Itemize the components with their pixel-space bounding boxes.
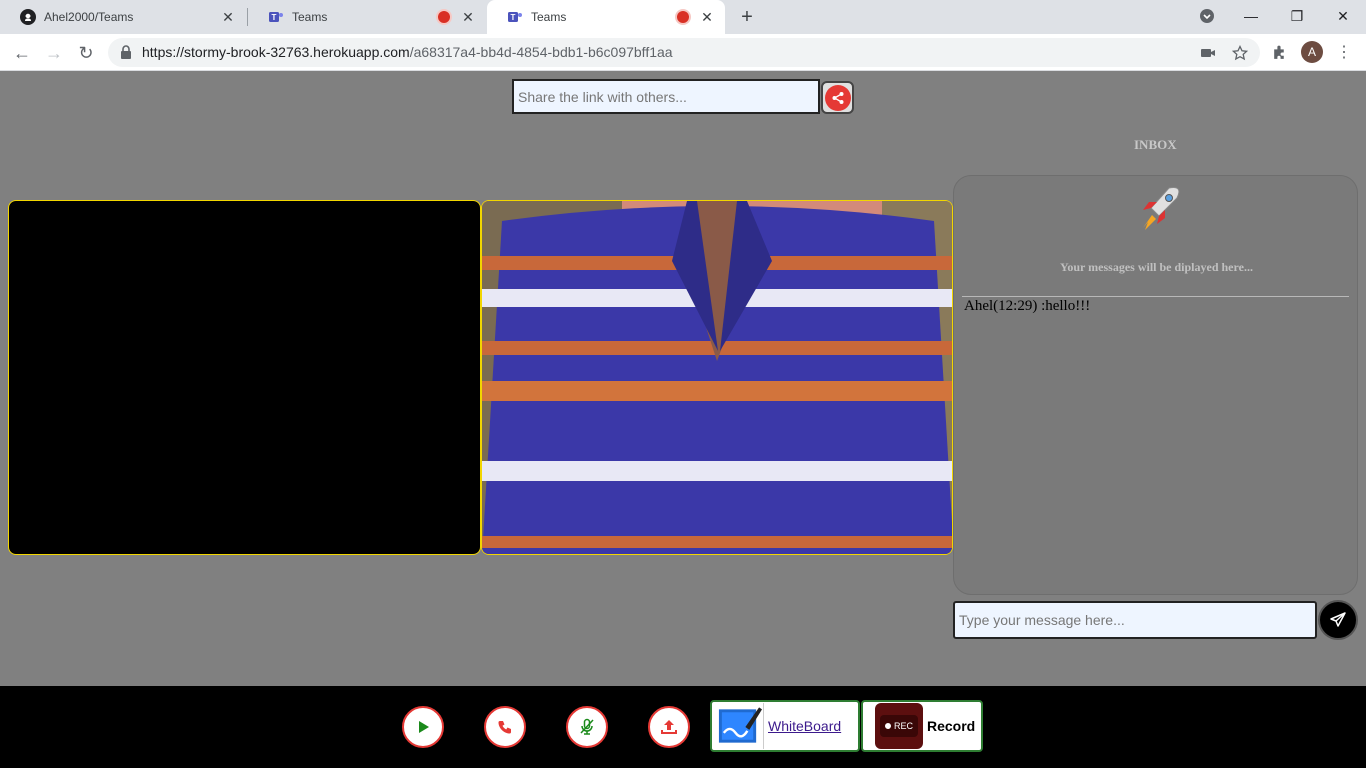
teams-icon: T — [268, 9, 284, 25]
browser-menu-button[interactable]: ⋮ — [1332, 41, 1356, 65]
chat-hint: Your messages will be diplayed here... — [1060, 260, 1253, 274]
tab-title: Teams — [292, 10, 328, 24]
record-icon: REC — [875, 703, 923, 749]
play-video-button[interactable] — [402, 706, 444, 748]
close-tab-icon[interactable]: ✕ — [460, 9, 476, 25]
share-button[interactable] — [821, 81, 854, 114]
chat-message: Ahel(12:29) :hello!!! — [964, 298, 1091, 314]
restore-button[interactable]: ❐ — [1283, 4, 1311, 28]
tab-title: Teams — [531, 10, 567, 24]
phone-icon — [498, 721, 511, 734]
lock-icon — [121, 45, 131, 59]
local-video — [481, 200, 953, 555]
forward-button[interactable]: → — [42, 41, 66, 65]
teams-icon: T — [507, 9, 523, 25]
record-label: Record — [927, 718, 976, 734]
reload-button[interactable]: ↻ — [74, 41, 98, 65]
remote-video — [8, 200, 481, 555]
whiteboard-icon — [716, 703, 764, 749]
browser-toolbar: ← → ↻ https://stormy-brook-32763.herokua… — [0, 34, 1366, 71]
record-button[interactable]: REC Record — [861, 700, 983, 752]
address-bar[interactable]: https://stormy-brook-32763.herokuapp.com… — [108, 38, 1260, 67]
rocket-icon — [1143, 187, 1180, 230]
back-button[interactable]: ← — [10, 41, 34, 65]
svg-text:T: T — [511, 13, 516, 22]
tab-title: Ahel2000/Teams — [44, 10, 134, 24]
play-icon — [419, 721, 429, 733]
chat-divider — [962, 296, 1349, 297]
camera-icon[interactable] — [1200, 45, 1216, 61]
browser-tab-strip: Ahel2000/Teams ✕ T Teams ✕ T Teams ✕ + —… — [0, 0, 1366, 34]
profile-avatar[interactable]: A — [1301, 41, 1323, 63]
tab-teams-1[interactable]: T Teams ✕ — [248, 0, 486, 34]
recording-indicator-icon — [438, 11, 450, 23]
new-tab-button[interactable]: + — [736, 6, 758, 28]
rec-badge: REC — [893, 721, 913, 731]
share-icon — [824, 84, 851, 111]
close-tab-icon[interactable]: ✕ — [699, 9, 715, 25]
tab-teams-active[interactable]: T Teams ✕ — [487, 0, 725, 34]
end-call-button[interactable] — [484, 706, 526, 748]
share-screen-button[interactable] — [648, 706, 690, 748]
camera-feed-image — [482, 201, 952, 554]
url-text: https://stormy-brook-32763.herokuapp.com… — [142, 44, 673, 60]
call-controls-bar: WhiteBoard REC Record — [0, 686, 1366, 768]
message-input[interactable] — [953, 601, 1317, 639]
tab-github[interactable]: Ahel2000/Teams ✕ — [0, 0, 246, 34]
url-path: /a68317a4-bb4d-4854-bdb1-b6c097bff1aa — [409, 44, 673, 60]
extensions-icon[interactable] — [1271, 44, 1288, 61]
whiteboard-label: WhiteBoard — [768, 718, 842, 734]
send-button[interactable] — [1318, 600, 1358, 640]
close-tab-icon[interactable]: ✕ — [220, 9, 236, 25]
minimize-button[interactable]: — — [1237, 4, 1265, 28]
recording-indicator-icon — [677, 11, 689, 23]
mute-mic-button[interactable] — [566, 706, 608, 748]
meeting-page: INBOX Your messages will be diplayed her… — [0, 71, 1366, 686]
tab-search-button[interactable] — [1193, 4, 1221, 28]
close-window-button[interactable]: ✕ — [1329, 4, 1357, 28]
chat-panel: Your messages will be diplayed here... A… — [953, 175, 1358, 595]
inbox-title: INBOX — [1134, 137, 1177, 152]
whiteboard-button[interactable]: WhiteBoard — [710, 700, 860, 752]
bookmark-star-icon[interactable] — [1232, 45, 1248, 61]
url-host: https://stormy-brook-32763.herokuapp.com — [142, 44, 410, 60]
svg-text:T: T — [272, 13, 277, 22]
upload-icon — [661, 720, 677, 734]
send-icon — [1330, 612, 1346, 627]
mic-off-icon — [580, 718, 594, 735]
github-icon — [20, 9, 36, 25]
share-link-input[interactable] — [512, 79, 820, 114]
